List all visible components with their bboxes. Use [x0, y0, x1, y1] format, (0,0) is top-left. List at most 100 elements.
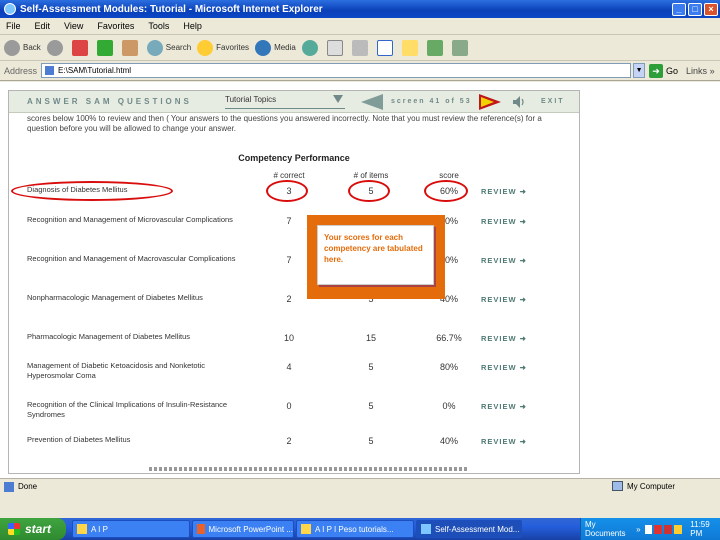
address-value: E:\SAM\Tutorial.html [58, 66, 132, 75]
back-button[interactable]: Back [4, 39, 41, 56]
mail-button[interactable] [326, 39, 346, 56]
folder-icon [301, 524, 311, 534]
forward-button[interactable] [46, 39, 66, 56]
taskbar-item-aip[interactable]: A I P [72, 520, 190, 538]
review-button[interactable]: REVIEW ➜ [481, 363, 527, 372]
links-button[interactable]: Links » [686, 66, 715, 76]
review-label: REVIEW [481, 402, 517, 411]
taskbar-item-self-assessment[interactable]: Self-Assessment Mod... [416, 520, 522, 538]
refresh-button[interactable] [96, 39, 116, 56]
score-value: 60% [439, 186, 458, 196]
correct-count: 4 [286, 362, 292, 372]
tray-icon-4[interactable] [674, 524, 683, 534]
review-button[interactable]: REVIEW ➜ [481, 437, 527, 446]
competency-name: Recognition of the Clinical Implications… [27, 400, 228, 419]
review-label: REVIEW [481, 363, 517, 372]
more-icon[interactable]: » [636, 525, 640, 534]
internet-explorer-icon [4, 3, 16, 15]
stop-button[interactable] [71, 39, 91, 56]
windows-logo-icon [8, 523, 20, 535]
competency-name: Pharmacologic Management of Diabetes Mel… [27, 332, 190, 341]
close-button[interactable]: × [704, 2, 718, 16]
messenger-button[interactable] [426, 39, 446, 56]
tray-icon-2[interactable] [654, 524, 663, 534]
menu-tools[interactable]: Tools [148, 21, 169, 31]
review-label: REVIEW [481, 437, 517, 446]
review-button[interactable]: REVIEW ➜ [481, 256, 527, 265]
favorites-button[interactable]: Favorites [197, 39, 249, 56]
home-button[interactable] [121, 39, 141, 56]
audio-speaker-icon[interactable] [512, 95, 526, 109]
review-arrow-icon: ➜ [516, 217, 527, 226]
go-arrow-icon: ➜ [649, 63, 664, 78]
instructions-text: scores below 100% to review and then ( Y… [27, 114, 542, 133]
sam-header: ANSWER SAM QUESTIONS Tutorial Topics scr… [9, 91, 579, 113]
messenger-icon [426, 39, 443, 56]
toolbar: Back Search Favorites Media [0, 35, 720, 61]
menu-file[interactable]: File [6, 21, 21, 31]
review-label: REVIEW [481, 295, 517, 304]
windows-taskbar: start A I P Microsoft PowerPoint ... A I… [0, 518, 720, 540]
edit-word-button[interactable] [376, 39, 396, 56]
address-input[interactable]: E:\SAM\Tutorial.html [41, 63, 632, 78]
menu-favorites[interactable]: Favorites [97, 21, 134, 31]
item-count: 5 [368, 436, 374, 446]
review-label: REVIEW [481, 217, 517, 226]
status-bar: Done My Computer [0, 478, 720, 494]
start-button[interactable]: start [0, 518, 66, 540]
system-tray: My Documents » 11:59 PM [580, 518, 720, 540]
competency-name: Recognition and Management of Macrovascu… [27, 254, 236, 263]
address-label: Address [4, 65, 38, 76]
review-label: REVIEW [481, 256, 517, 265]
tray-icon-3[interactable] [664, 524, 673, 534]
competency-name: Diagnosis of Diabetes Mellitus [27, 185, 128, 194]
address-dropdown-button[interactable]: ▼ [633, 63, 646, 78]
competency-heading: Competency Performance [238, 153, 350, 163]
discuss-icon [401, 39, 418, 56]
correct-count: 3 [286, 186, 292, 196]
tray-icon-1[interactable] [644, 524, 653, 534]
mail-icon [326, 39, 343, 56]
correct-count: 10 [283, 333, 294, 343]
competency-name: Prevention of Diabetes Mellitus [27, 435, 131, 444]
page-icon [45, 66, 55, 75]
review-button[interactable]: REVIEW ➜ [481, 187, 527, 196]
maximize-button[interactable]: □ [688, 2, 702, 16]
history-icon [301, 39, 318, 56]
minimize-button[interactable]: _ [672, 2, 686, 16]
media-button[interactable]: Media [255, 39, 296, 56]
review-button[interactable]: REVIEW ➜ [481, 334, 527, 343]
tutorial-topics-select[interactable]: Tutorial Topics [225, 95, 345, 109]
my-documents-toolbar[interactable]: My Documents [585, 520, 632, 538]
refresh-icon [96, 39, 113, 56]
history-button[interactable] [301, 39, 321, 56]
previous-screen-button[interactable] [361, 94, 383, 110]
exit-button[interactable]: EXIT [541, 98, 565, 105]
correct-count: 0 [286, 401, 292, 411]
menu-view[interactable]: View [64, 21, 83, 31]
review-button[interactable]: REVIEW ➜ [481, 217, 527, 226]
discuss-button[interactable] [401, 39, 421, 56]
research-button[interactable] [451, 39, 471, 56]
search-button[interactable]: Search [146, 39, 191, 56]
review-button[interactable]: REVIEW ➜ [481, 402, 527, 411]
menu-edit[interactable]: Edit [35, 21, 51, 31]
menu-help[interactable]: Help [183, 21, 202, 31]
tutorial-callout: Your scores for each competency are tabu… [307, 215, 445, 299]
word-icon [376, 39, 393, 56]
callout-text: Your scores for each competency are tabu… [317, 225, 434, 285]
score-value: 66.7% [436, 333, 462, 343]
search-icon [146, 39, 163, 56]
review-button[interactable]: REVIEW ➜ [481, 295, 527, 304]
score-value: 0% [442, 401, 456, 411]
print-button[interactable] [351, 39, 371, 56]
status-zone: My Computer [612, 481, 675, 491]
item-count: 5 [368, 401, 374, 411]
go-button[interactable]: ➜ Go [649, 63, 678, 78]
review-arrow-icon: ➜ [516, 256, 527, 265]
taskbar-item-powerpoint[interactable]: Microsoft PowerPoint ... [192, 520, 294, 538]
taskbar-item-tutorials[interactable]: A I P I Peso tutorials... [296, 520, 414, 538]
chevron-down-icon [333, 95, 343, 103]
item-count: 5 [368, 186, 374, 196]
media-icon [255, 39, 272, 56]
